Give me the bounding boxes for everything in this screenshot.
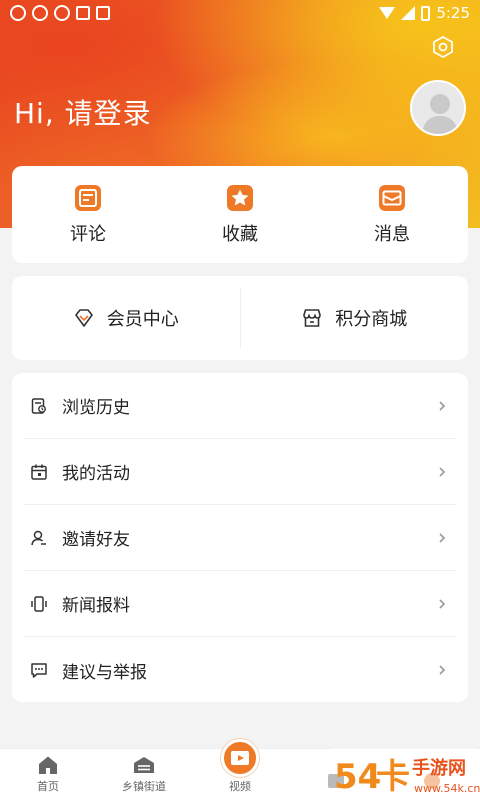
comments-label: 评论 <box>70 223 106 245</box>
list-item-label: 建议与举报 <box>62 662 147 683</box>
diamond-icon <box>74 309 93 327</box>
list-item-label: 邀请好友 <box>62 530 130 550</box>
chevron-right-icon <box>439 598 446 609</box>
video-icon <box>221 739 259 777</box>
points-mall-button[interactable]: 积分商城 <box>241 276 469 360</box>
chevron-right-icon <box>439 466 446 477</box>
list-item-invite-friends[interactable]: 邀请好友 <box>24 505 456 571</box>
chevron-right-icon <box>439 532 446 543</box>
text-notification-icon <box>96 6 110 20</box>
chevron-right-icon <box>439 400 446 411</box>
svg-text:www.54k.cn: www.54k.cn <box>414 782 480 795</box>
chevron-right-icon <box>439 665 446 675</box>
star-icon <box>227 184 253 211</box>
list-item-label: 浏览历史 <box>62 398 130 418</box>
tab-street[interactable]: 乡镇街道 <box>96 755 192 800</box>
street-icon <box>134 757 154 773</box>
avatar[interactable] <box>410 80 466 136</box>
watermark-logo: 54 卡 手游网 www.54k.cn <box>328 744 480 800</box>
member-card: 会员中心 积分商城 <box>12 276 468 360</box>
status-time: 5:25 <box>436 4 470 22</box>
wifi-icon <box>379 7 396 19</box>
messages-label: 消息 <box>374 223 410 245</box>
home-icon <box>39 756 57 774</box>
feedback-icon <box>31 663 47 678</box>
notification-icons <box>10 5 110 21</box>
phone-vibrate-icon <box>31 595 47 612</box>
quick-actions-card: 评论 收藏 消息 <box>12 166 468 263</box>
list-item-feedback-report[interactable]: 建议与举报 <box>24 637 456 703</box>
points-mall-label: 积分商城 <box>335 309 408 330</box>
calendar-icon <box>31 464 47 480</box>
signal-icon <box>401 6 416 20</box>
comments-button[interactable]: 评论 <box>12 166 164 263</box>
list-item-browse-history[interactable]: 浏览历史 <box>24 373 456 439</box>
status-bar: 5:25 <box>0 0 480 26</box>
tab-street-label: 乡镇街道 <box>122 780 166 793</box>
image-notification-icon <box>76 6 90 20</box>
tab-video[interactable]: 视频 <box>192 739 288 800</box>
app-notification-icon <box>10 5 26 21</box>
comment-icon <box>75 184 101 211</box>
svg-text:手游网: 手游网 <box>412 757 466 779</box>
login-prompt[interactable]: Hi, 请登录 <box>14 92 152 132</box>
list-item-label: 我的活动 <box>62 464 130 484</box>
member-center-button[interactable]: 会员中心 <box>12 276 240 360</box>
settings-gear-icon[interactable] <box>430 34 456 60</box>
message-icon <box>379 184 405 211</box>
member-center-label: 会员中心 <box>106 309 179 330</box>
app-notification-icon <box>54 5 70 21</box>
favorites-button[interactable]: 收藏 <box>164 166 316 263</box>
tab-video-label: 视频 <box>229 780 251 793</box>
tab-home[interactable]: 首页 <box>0 755 96 800</box>
svg-text:54: 54 <box>334 757 381 797</box>
menu-list: 浏览历史 我的活动 邀请好友 新闻报料 建议与举报 <box>12 373 468 702</box>
list-item-label: 新闻报料 <box>62 596 130 616</box>
tab-home-label: 首页 <box>37 780 59 793</box>
user-add-icon <box>31 530 46 545</box>
messages-button[interactable]: 消息 <box>316 166 468 263</box>
list-item-my-activities[interactable]: 我的活动 <box>24 439 456 505</box>
system-icons: 5:25 <box>379 4 470 22</box>
list-item-news-tip[interactable]: 新闻报料 <box>24 571 456 637</box>
favorites-label: 收藏 <box>222 223 258 245</box>
battery-icon <box>421 5 431 21</box>
svg-text:卡: 卡 <box>376 757 410 797</box>
app-notification-icon <box>32 5 48 21</box>
shop-icon <box>303 309 322 327</box>
history-icon <box>31 397 46 414</box>
